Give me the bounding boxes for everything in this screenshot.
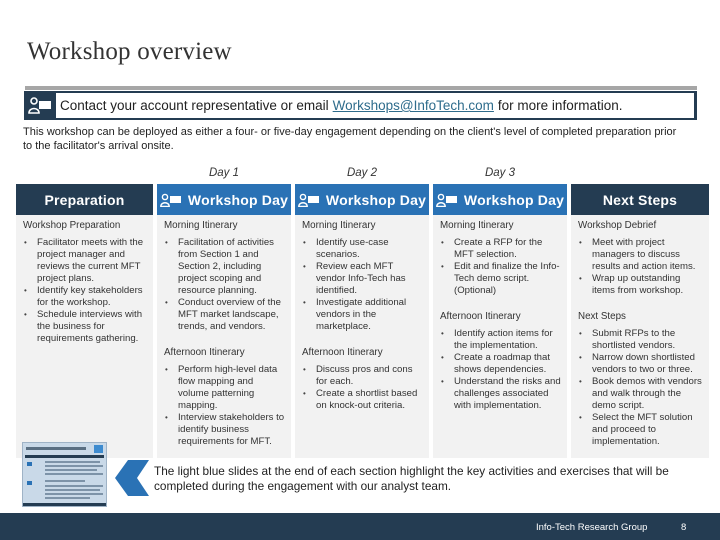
bullet-item: Wrap up outstanding items from workshop. [578,273,703,297]
title-divider [25,86,697,90]
workshop-email-link[interactable]: Workshops@InfoTech.com [333,98,494,113]
section-title: Workshop Debrief [578,220,657,231]
bullet-item: Facilitation of activities from Section … [164,237,285,297]
bullet-item: Facilitator meets with the project manag… [23,237,147,285]
bullet-item: Perform high-level data flow mapping and… [164,364,285,412]
section-title: Afternoon Itinerary [302,347,383,358]
bullet-item: Schedule interviews with the business fo… [23,309,147,345]
slide-footer: Info-Tech Research Group 8 [0,513,720,540]
section-title: Morning Itinerary [440,220,514,231]
column-header: Preparation [16,184,153,215]
bullet-list: Discuss pros and cons for each.Create a … [302,364,423,412]
column-header-label: Preparation [44,191,125,208]
bullet-item: Create a shortlist based on knock-out cr… [302,388,423,412]
contact-prefix: Contact your account representative or e… [60,98,329,113]
column-header-label: Next Steps [602,191,678,208]
light-blue-slide-thumbnail [22,442,107,507]
slide-title: Workshop overview [27,38,232,65]
bullet-item: Meet with project managers to discuss re… [578,237,703,273]
person-board-icon [298,193,319,207]
contact-message: Contact your account representative or e… [56,93,694,118]
day-label-3: Day 3 [484,167,516,179]
bullet-list: Facilitation of activities from Section … [164,237,285,333]
bullet-item: Edit and finalize the Info-Tech demo scr… [440,261,561,297]
bullet-item: Create a RFP for the MFT selection. [440,237,561,261]
bullet-item: Discuss pros and cons for each. [302,364,423,388]
bullet-item: Identify use-case scenarios. [302,237,423,261]
section-title: Afternoon Itinerary [164,347,245,358]
column-day-3: Workshop Day Morning Itinerary Create a RF… [433,184,567,458]
day-label-1: Day 1 [208,167,240,179]
column-header-label: Workshop Day [325,191,427,208]
column-header: Workshop Day [295,184,429,215]
section-title: Next Steps [578,311,626,322]
person-board-icon [436,193,457,207]
column-header-label: Workshop Day [463,191,565,208]
bullet-list: Submit RFPs to the shortlisted vendors.N… [578,328,703,448]
chevron-left-icon [115,460,149,496]
bullet-list: Identify action items for the implementa… [440,328,561,412]
bullet-item: Identify key stakeholders for the worksh… [23,285,147,309]
bullet-item: Investigate additional vendors in the ma… [302,297,423,333]
bullet-item: Select the MFT solution and proceed to i… [578,412,703,448]
column-body: Morning Itinerary Identify use-case scena… [295,215,429,412]
column-header: Workshop Day [157,184,291,215]
column-next-steps: Next Steps Workshop Debrief Meet with proj… [571,184,709,458]
column-day-1: Workshop Day Morning Itinerary Facilitatio… [157,184,291,458]
section-title: Morning Itinerary [164,220,238,231]
contact-banner: Contact your account representative or e… [24,91,697,120]
contact-suffix: for more information. [497,98,623,113]
bullet-list: Meet with project managers to discuss re… [578,237,703,297]
person-board-icon [28,97,51,114]
bullet-list: Identify use-case scenarios.Review each … [302,237,423,333]
bullet-item: Submit RFPs to the shortlisted vendors. [578,328,703,352]
column-header: Workshop Day [433,184,567,215]
bullet-item: Conduct overview of the MFT market lands… [164,297,285,333]
bullet-item: Identify action items for the implementa… [440,328,561,352]
footer-org: Info-Tech Research Group [536,522,648,533]
column-body: Workshop Preparation Facilitator meets wi… [16,215,153,345]
section-title: Workshop Preparation [23,220,121,231]
bullet-item: Understand the risks and challenges asso… [440,376,561,412]
day-label-2: Day 2 [346,167,378,179]
column-header: Next Steps [571,184,709,215]
bullet-item: Create a roadmap that shows dependencies… [440,352,561,376]
column-day-2: Workshop Day Morning Itinerary Identify us… [295,184,429,458]
column-preparation: Preparation Workshop Preparation Facilitat… [16,184,153,458]
bullet-list: Create a RFP for the MFT selection.Edit … [440,237,561,297]
section-title: Afternoon Itinerary [440,311,521,322]
person-board-icon [160,193,181,207]
note-text: The light blue slides at the end of each… [154,464,669,493]
bullet-list: Facilitator meets with the project manag… [23,237,147,345]
column-body: Workshop Debrief Meet with project manage… [571,215,709,448]
column-header-label: Workshop Day [187,191,289,208]
bullet-list: Perform high-level data flow mapping and… [164,364,285,448]
bullet-item: Interview stakeholders to identify busin… [164,412,285,448]
intro-text: This workshop can be deployed as either … [23,126,677,152]
bullet-item: Narrow down shortlisted vendors to two o… [578,352,703,376]
bullet-item: Review each MFT vendor Info-Tech has ide… [302,261,423,297]
column-body: Morning Itinerary Facilitation of activit… [157,215,291,448]
page-number: 8 [681,522,687,533]
section-title: Morning Itinerary [302,220,376,231]
bullet-item: Book demos with vendors and walk through… [578,376,703,412]
column-body: Morning Itinerary Create a RFP for the MF… [433,215,567,412]
